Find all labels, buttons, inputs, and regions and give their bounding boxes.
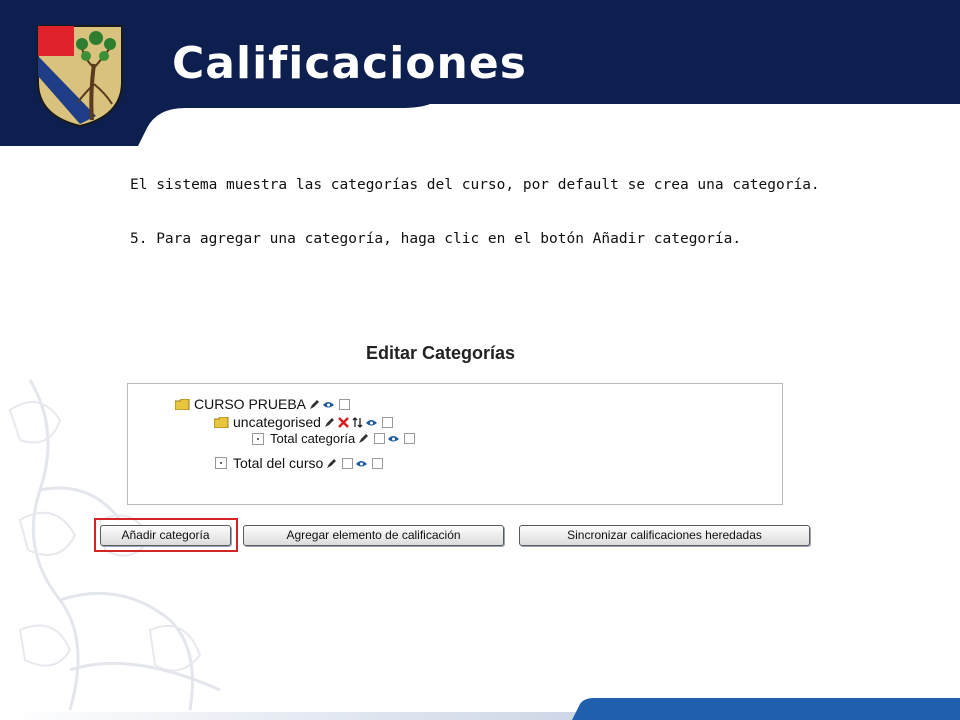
tree-row-uncategorised: uncategorised: [214, 414, 393, 430]
page-title: Calificaciones: [172, 38, 527, 89]
select-checkbox[interactable]: [372, 457, 384, 469]
tree-label-uncategorised[interactable]: uncategorised: [233, 414, 321, 430]
delete-icon[interactable]: [338, 416, 349, 428]
eye-icon[interactable]: [356, 458, 368, 469]
add-category-button[interactable]: Añadir categoría: [100, 525, 231, 546]
footer-band: [0, 698, 960, 720]
select-checkbox[interactable]: [404, 433, 416, 444]
tree-row-course-total: Total del curso: [215, 455, 384, 471]
select-checkbox[interactable]: [342, 457, 354, 469]
edit-categories-heading: Editar Categorías: [366, 343, 516, 363]
grade-item-icon: [215, 457, 227, 469]
eye-icon[interactable]: [323, 399, 335, 410]
edit-icon[interactable]: [309, 399, 320, 410]
select-checkbox[interactable]: [339, 398, 351, 410]
tree-row-course: CURSO PRUEBA: [175, 396, 351, 412]
eye-icon[interactable]: [388, 433, 400, 444]
select-checkbox[interactable]: [374, 433, 386, 444]
tree-label-course-total[interactable]: Total del curso: [233, 455, 323, 471]
tree-label-course[interactable]: CURSO PRUEBA: [194, 396, 306, 412]
eye-icon[interactable]: [365, 417, 377, 428]
move-icon[interactable]: [352, 416, 363, 428]
instruction-line-2: 5. Para agregar una categoría, haga clic…: [130, 231, 742, 247]
grade-item-icon: [252, 432, 264, 445]
tree-label-category-total[interactable]: Total categoría: [270, 431, 355, 446]
edit-icon[interactable]: [324, 417, 335, 428]
coat-of-arms-icon: [37, 25, 123, 128]
add-grade-item-button[interactable]: Agregar elemento de calificación: [243, 525, 504, 546]
category-tree-panel: CURSO PRUEBA uncategorised Total categor…: [127, 383, 783, 505]
sync-grades-button[interactable]: Sincronizar calificaciones heredadas: [519, 525, 810, 546]
folder-icon: [214, 416, 229, 428]
edit-icon[interactable]: [358, 433, 369, 444]
folder-icon: [175, 398, 190, 410]
edit-icon[interactable]: [326, 458, 337, 469]
tree-row-category-total: Total categoría: [252, 431, 416, 446]
instruction-line-1: El sistema muestra las categorías del cu…: [130, 177, 820, 193]
select-checkbox[interactable]: [381, 416, 393, 428]
